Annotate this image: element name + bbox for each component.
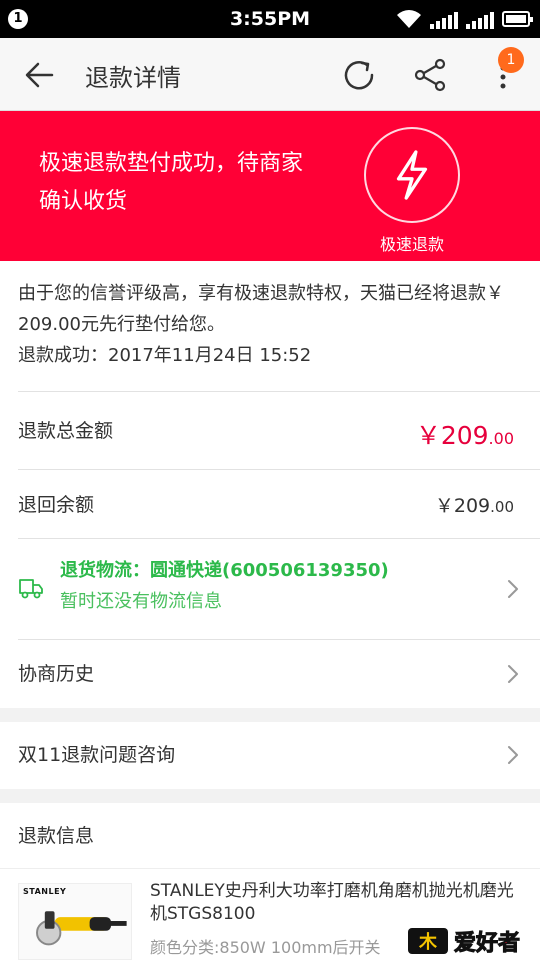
svg-text:爱好者: 爱好者 bbox=[454, 930, 520, 956]
status-bar: 1 3:55PM bbox=[0, 0, 540, 38]
logistics-title: 退货物流：圆通快递(600506139350) bbox=[60, 560, 389, 581]
truck-icon bbox=[19, 579, 43, 599]
chevron-right-icon bbox=[508, 746, 518, 764]
logistics-status: 暂时还没有物流信息 bbox=[60, 591, 222, 612]
product-title[interactable]: STANLEY史丹利大功率打磨机角磨机抛光机磨光机STGS8100 bbox=[150, 880, 520, 926]
refund-total-label: 退款总金额 bbox=[18, 420, 114, 442]
share-icon[interactable] bbox=[412, 56, 450, 94]
negotiation-history-label: 协商历史 bbox=[18, 663, 95, 685]
refund-success-time: 退款成功：2017年11月24日 15:52 bbox=[18, 345, 312, 366]
amount-integer: 209 bbox=[440, 421, 489, 450]
banner-message: 极速退款垫付成功，待商家确认收货 bbox=[39, 151, 304, 214]
refund-total-amount: ￥209.00 bbox=[416, 416, 514, 452]
product-spec: 颜色分类:850W 100mm后开关 bbox=[150, 938, 381, 957]
chevron-right-icon bbox=[508, 580, 518, 598]
divider bbox=[0, 868, 540, 869]
section-gap bbox=[0, 708, 540, 722]
signal-sim1-icon bbox=[430, 11, 458, 29]
divider bbox=[18, 469, 540, 470]
angle-grinder-image bbox=[36, 911, 127, 946]
currency-symbol: ￥ bbox=[415, 421, 441, 450]
wifi-icon bbox=[397, 10, 421, 28]
svg-text:木: 木 bbox=[418, 931, 438, 953]
divider bbox=[18, 639, 540, 640]
double11-consult-label: 双11退款问题咨询 bbox=[18, 744, 176, 766]
fast-refund-badge bbox=[364, 127, 460, 223]
chevron-right-icon bbox=[508, 665, 518, 683]
product-image[interactable]: STANLEY bbox=[18, 883, 132, 960]
amount-integer: 209 bbox=[453, 495, 491, 517]
refresh-icon[interactable] bbox=[340, 56, 378, 94]
refund-info-label: 退款信息 bbox=[18, 825, 95, 847]
battery-icon bbox=[502, 11, 533, 27]
status-icons bbox=[396, 9, 533, 29]
signal-sim2-icon bbox=[466, 11, 494, 29]
fast-refund-label: 极速退款 bbox=[379, 235, 444, 254]
refund-status-banner: 极速退款垫付成功，待商家确认收货 极速退款 bbox=[0, 111, 540, 261]
refund-description: 由于您的信誉评级高，享有极速退款特权，天猫已经将退款￥ 209.00元先行垫付给… bbox=[18, 283, 504, 335]
divider bbox=[18, 538, 540, 539]
divider bbox=[18, 391, 540, 392]
balance-amount: ￥209.00 bbox=[435, 491, 514, 518]
section-gap bbox=[0, 789, 540, 803]
site-watermark-logo: 木 爱好者 bbox=[408, 928, 521, 957]
message-badge: 1 bbox=[498, 47, 524, 73]
page-title: 退款详情 bbox=[85, 64, 181, 92]
balance-label: 退回余额 bbox=[18, 494, 95, 516]
app-header: 退款详情 1 bbox=[0, 38, 540, 111]
amount-decimal: .00 bbox=[488, 429, 514, 448]
lightning-icon bbox=[396, 150, 428, 200]
currency-symbol: ￥ bbox=[434, 495, 454, 517]
back-arrow-icon[interactable] bbox=[22, 58, 56, 92]
amount-decimal: .00 bbox=[490, 498, 514, 516]
